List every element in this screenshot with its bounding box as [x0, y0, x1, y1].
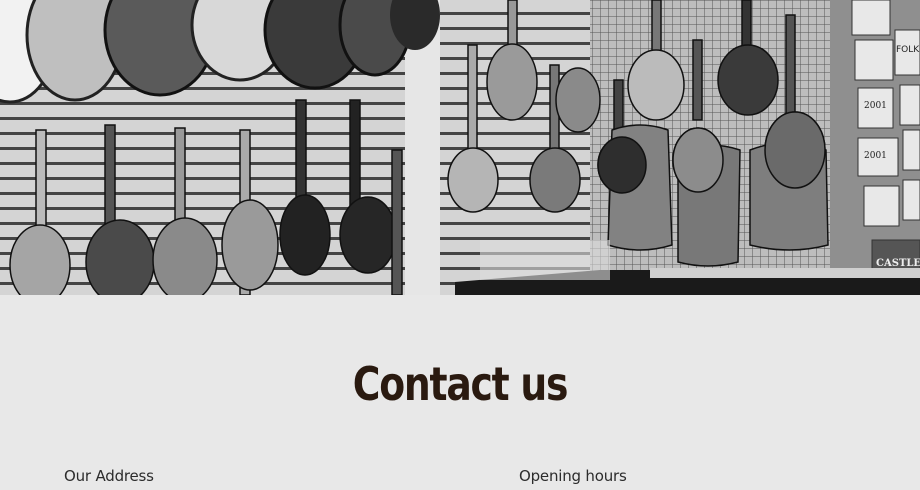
ukulele-wall-photo: FOLK SINGER 2001 2001 CASTLE: [0, 0, 920, 295]
contact-section: Contact us Our Address Opening hours: [0, 295, 920, 490]
opening-hours-label: Opening hours: [519, 467, 627, 485]
hero-image: FOLK SINGER 2001 2001 CASTLE: [0, 0, 920, 295]
contact-title: Contact us: [352, 357, 569, 411]
string-pack-label: 2001: [864, 101, 887, 111]
string-pack-label: FOLK SINGER: [896, 45, 920, 55]
string-pack-label: 2001: [864, 151, 887, 161]
address-label: Our Address: [64, 467, 154, 485]
string-pack-label: CASTLE: [876, 258, 920, 269]
